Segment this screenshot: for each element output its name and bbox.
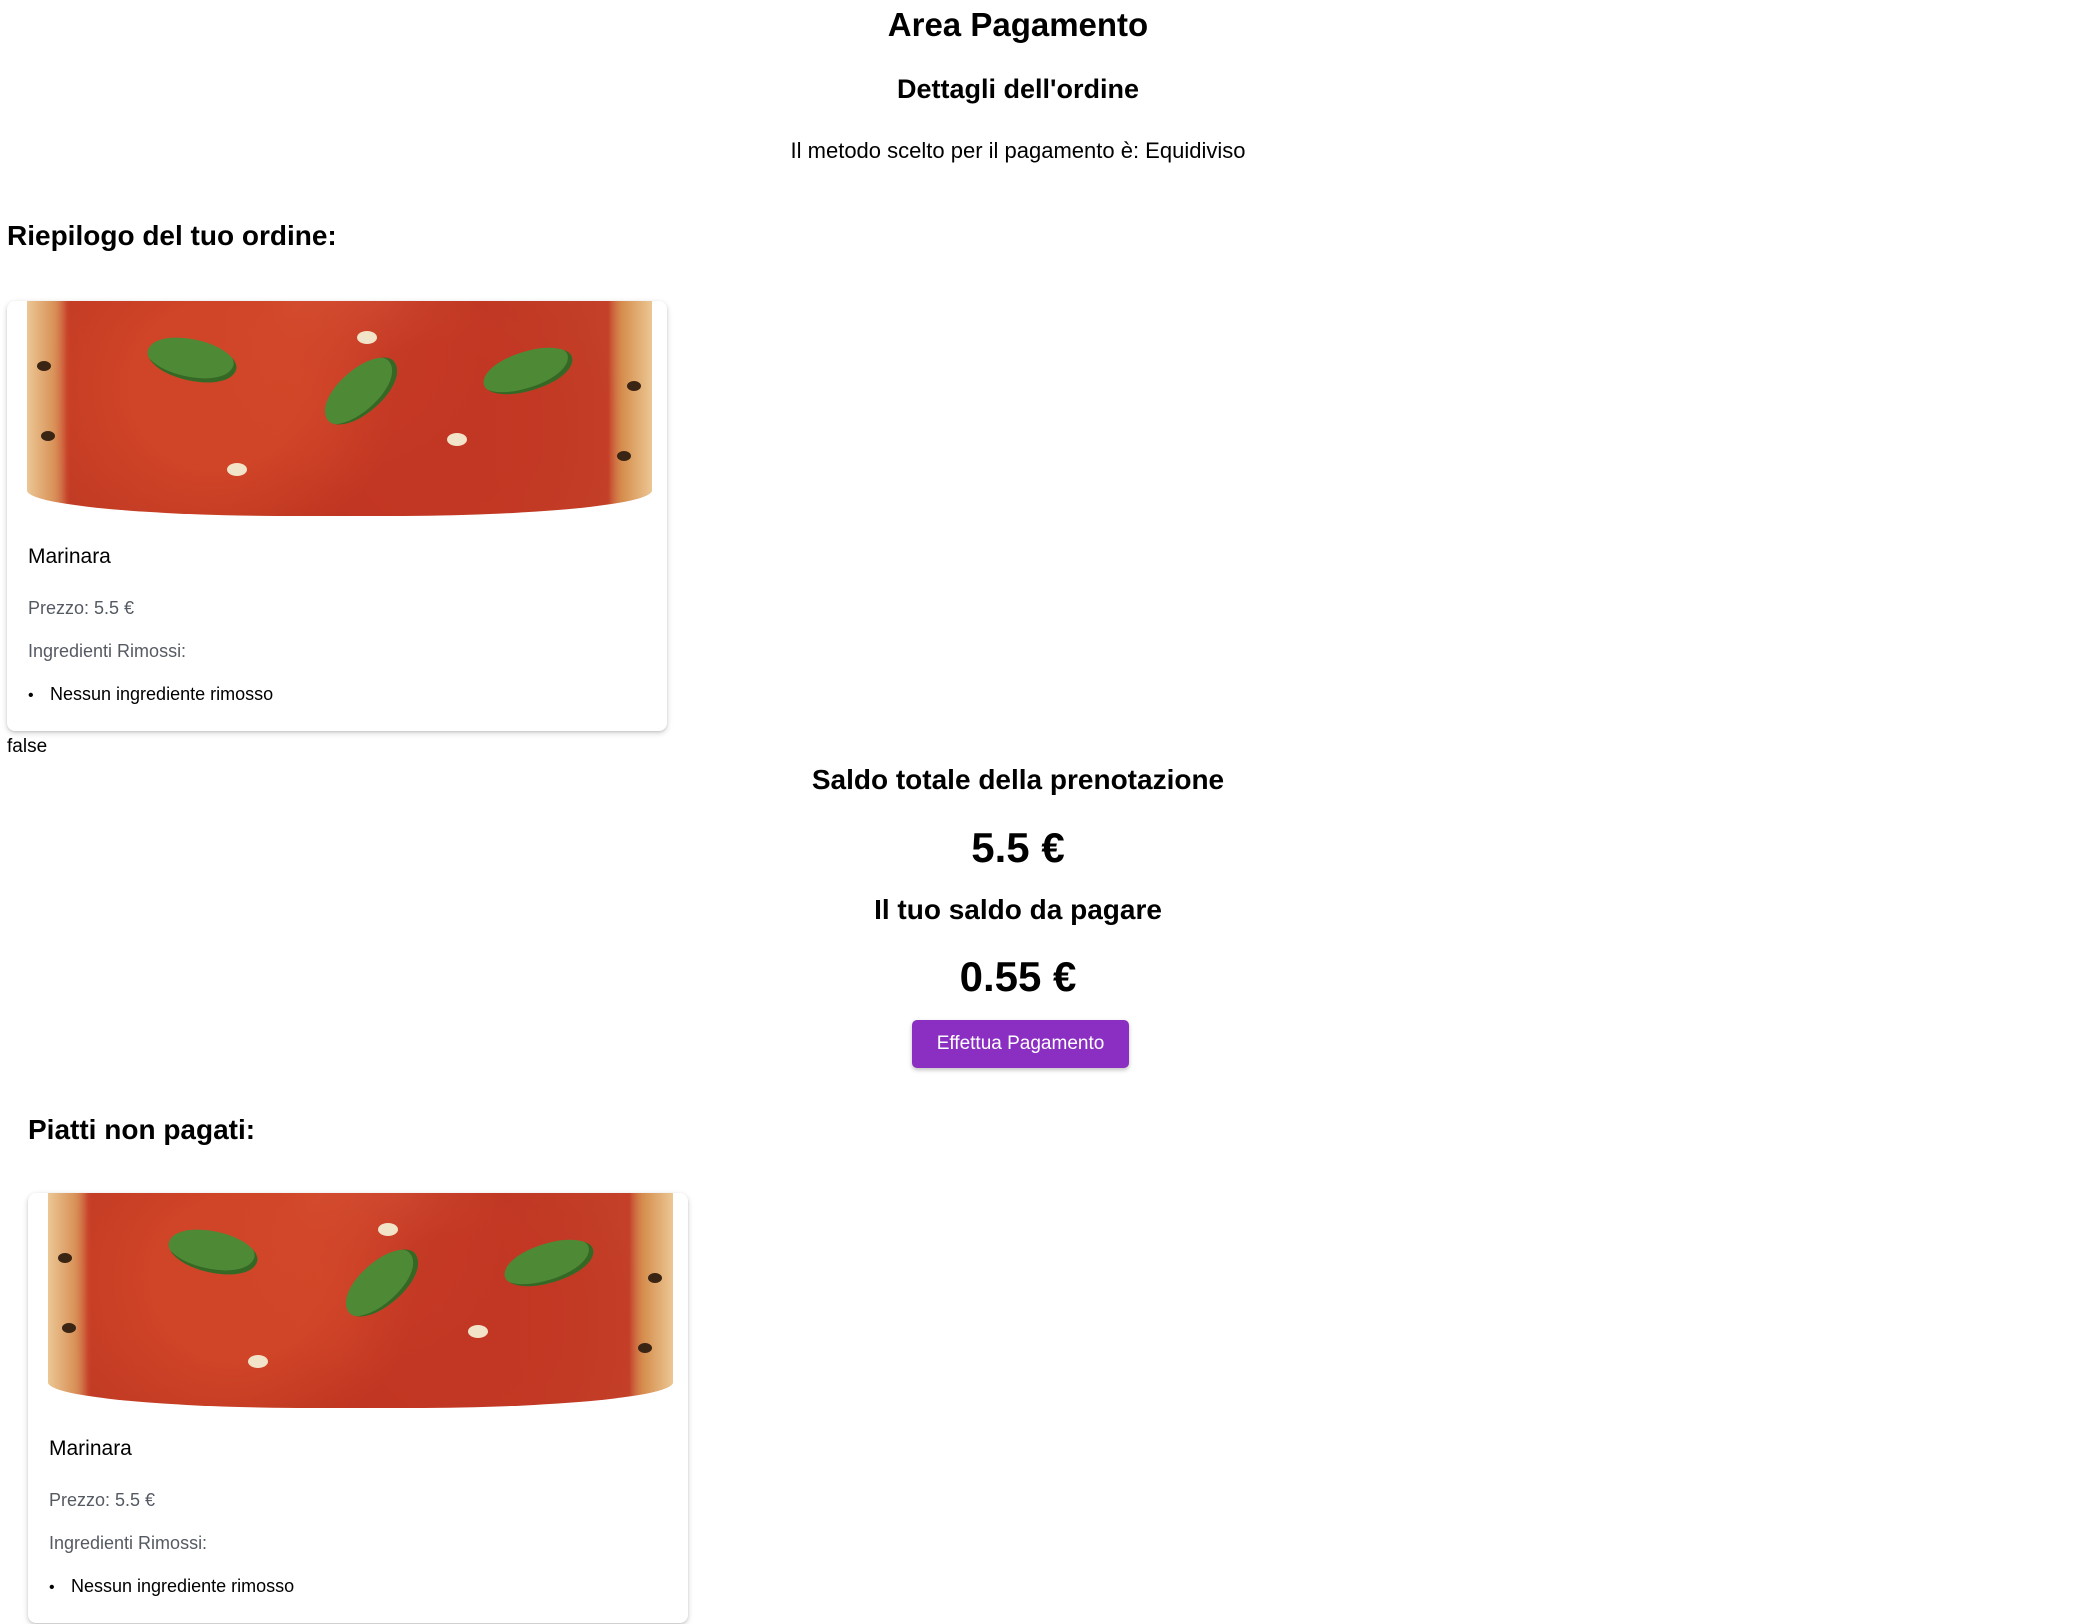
page-title: Area Pagamento: [887, 6, 1149, 43]
booking-total-value: 5.5 €: [971, 824, 1065, 871]
order-summary-heading: Riepilogo del tuo ordine:: [7, 220, 337, 251]
dish-card: Marinara Prezzo: 5.5 € Ingredienti Rimos…: [7, 301, 667, 731]
list-item: Nessun ingrediente rimosso: [28, 684, 273, 705]
removed-ingredients-list: Nessun ingrediente rimosso: [28, 684, 273, 705]
removed-ingredients-list: Nessun ingrediente rimosso: [49, 1576, 294, 1597]
dish-name: Marinara: [28, 545, 111, 568]
amount-due-label: Il tuo saldo da pagare: [874, 894, 1162, 925]
dish-price: Prezzo: 5.5 €: [28, 598, 135, 618]
dish-card: Marinara Prezzo: 5.5 € Ingredienti Rimos…: [28, 1193, 688, 1623]
unpaid-dishes-heading: Piatti non pagati:: [28, 1114, 256, 1145]
debug-flag-text: false: [7, 736, 48, 757]
payment-method-text: Il metodo scelto per il pagamento è: Equ…: [790, 138, 1246, 163]
dish-price: Prezzo: 5.5 €: [49, 1490, 156, 1510]
removed-ingredients-label: Ingredienti Rimossi:: [49, 1533, 208, 1553]
pizza-image: [27, 301, 652, 516]
make-payment-button[interactable]: Effettua Pagamento: [912, 1020, 1129, 1068]
removed-ingredients-label: Ingredienti Rimossi:: [28, 641, 187, 661]
booking-total-label: Saldo totale della prenotazione: [811, 764, 1225, 795]
dish-name: Marinara: [49, 1437, 132, 1460]
list-item: Nessun ingrediente rimosso: [49, 1576, 294, 1597]
order-details-title: Dettagli dell'ordine: [897, 74, 1139, 104]
amount-due-value: 0.55 €: [959, 953, 1077, 1000]
pizza-image: [48, 1193, 673, 1408]
